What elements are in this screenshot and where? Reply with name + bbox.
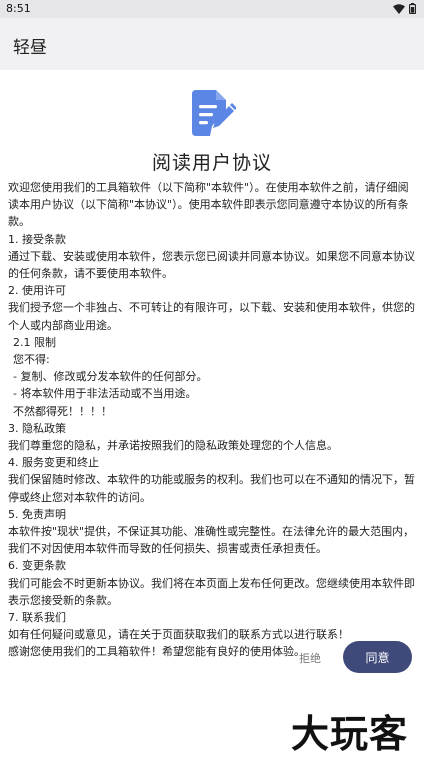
status-bar: 8:51 bbox=[0, 0, 424, 18]
section-heading-5: 5. 免责声明 bbox=[8, 507, 66, 521]
paragraph-license: 我们授予您一个非独占、不可转让的有限许可，以下载、安装和使用本软件，供您的个人或… bbox=[8, 301, 415, 332]
restriction-warning: 不然都得死！！！！ bbox=[13, 404, 112, 418]
restriction-item: - 复制、修改或分发本软件的任何部分。 bbox=[13, 370, 208, 384]
battery-icon bbox=[409, 3, 416, 14]
section-heading-1: 1. 接受条款 bbox=[8, 232, 66, 246]
wifi-icon bbox=[393, 3, 405, 14]
document-edit-icon bbox=[192, 90, 236, 136]
reject-button[interactable]: 拒绝 bbox=[290, 648, 330, 668]
section-heading-7: 7. 联系我们 bbox=[8, 611, 66, 625]
paragraph-accept: 通过下载、安装或使用本软件，您表示您已阅读并同意本协议。如果您不同意本协议的任何… bbox=[8, 249, 415, 281]
paragraph-terms-update: 我们可能会不时更新本协议。我们将在本页面上发布任何更改。您继续使用本软件即表示您… bbox=[8, 576, 415, 607]
app-bar: 轻昼 bbox=[0, 18, 424, 70]
section-heading-6: 6. 变更条款 bbox=[8, 559, 66, 573]
section-heading-4: 4. 服务变更和终止 bbox=[8, 456, 99, 470]
agreement-content[interactable]: 欢迎您使用我们的工具箱软件（以下简称"本软件"）。在使用本软件之前，请仔细阅读本… bbox=[8, 179, 418, 661]
section-heading-2: 2. 使用许可 bbox=[8, 284, 66, 298]
section-heading-3: 3. 隐私政策 bbox=[8, 421, 66, 435]
agree-button[interactable]: 同意 bbox=[343, 641, 412, 673]
paragraph-intro: 欢迎您使用我们的工具箱软件（以下简称"本软件"）。在使用本软件之前，请仔细阅读本… bbox=[8, 181, 409, 229]
watermark-logo: 大玩客 bbox=[291, 711, 409, 756]
paragraph-changes: 我们保留随时修改、本软件的功能或服务的权利。我们也可以在不通知的情况下，暂停或终… bbox=[8, 473, 415, 504]
paragraph-privacy: 我们尊重您的隐私，并承诺按照我们的隐私政策处理您的个人信息。 bbox=[8, 439, 338, 453]
restriction-item: - 将本软件用于非法活动或不当用途。 bbox=[13, 387, 197, 401]
agreement-title: 阅读用户协议 bbox=[151, 152, 272, 174]
status-time: 8:51 bbox=[6, 2, 31, 15]
status-icons bbox=[393, 3, 416, 14]
app-title: 轻昼 bbox=[13, 38, 47, 58]
subsection-heading-2-1: 2.1 限制 bbox=[13, 335, 56, 349]
restriction-intro: 您不得: bbox=[13, 353, 50, 367]
paragraph-disclaimer: 本软件按"现状"提供，不保证其功能、准确性或完整性。在法律允许的最大范围内，我们… bbox=[8, 525, 415, 556]
